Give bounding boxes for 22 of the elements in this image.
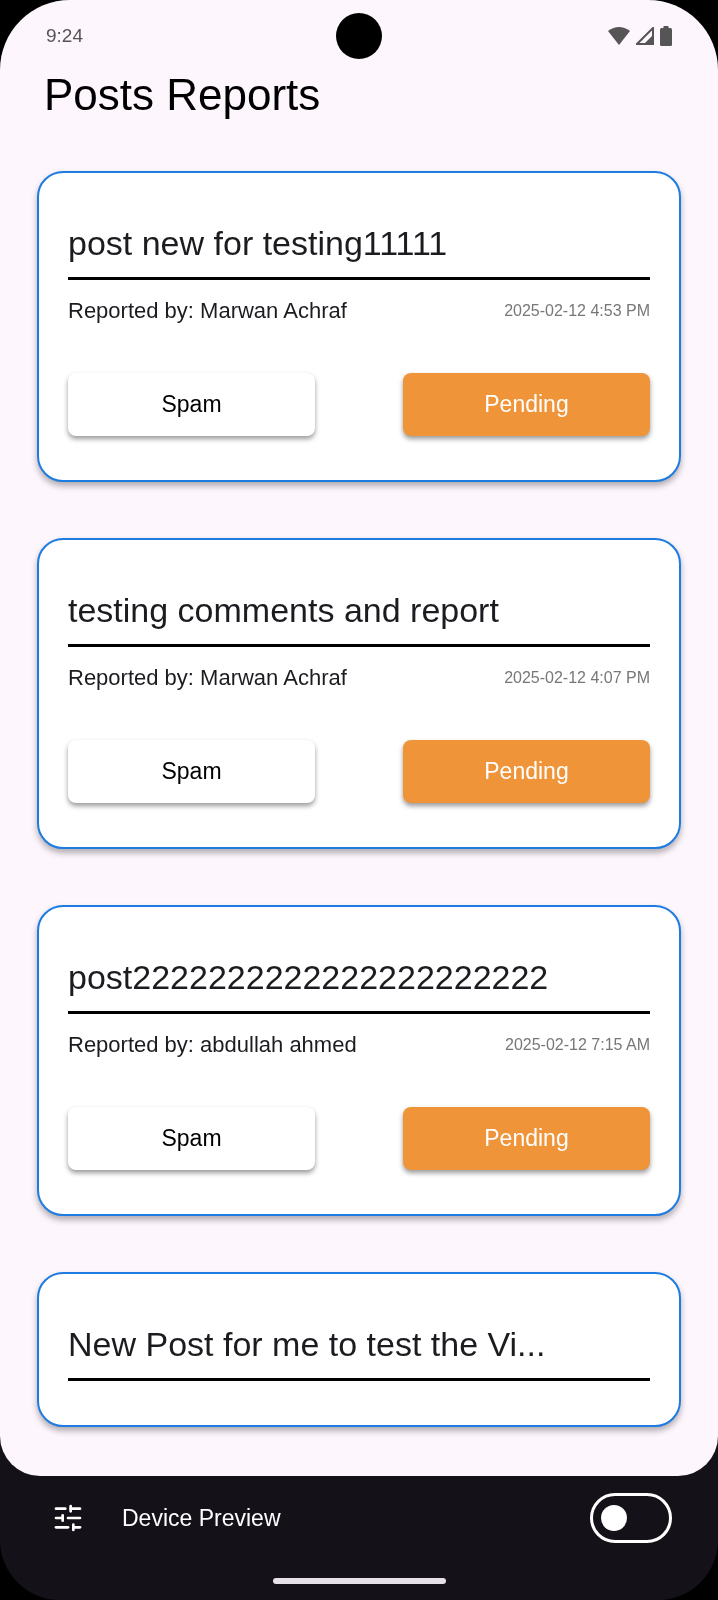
- report-date: 2025-02-12 4:53 PM: [504, 300, 650, 321]
- reported-by-text: Reported by: abdullah ahmed: [68, 1031, 357, 1059]
- post-title: post2222222222222222222222: [68, 957, 550, 998]
- post-title: testing comments and report: [68, 590, 500, 631]
- settings-icon[interactable]: [52, 1502, 84, 1534]
- post-title: New Post for me to test the Vi...: [68, 1324, 547, 1365]
- wifi-icon: [608, 27, 630, 45]
- report-date: 2025-02-12 4:07 PM: [504, 667, 650, 688]
- reason-button[interactable]: Spam: [68, 373, 315, 436]
- camera-cutout: [336, 13, 382, 59]
- reported-by-text: Reported by: Marwan Achraf: [68, 297, 347, 325]
- reported-by-text: Reported by: Marwan Achraf: [68, 664, 347, 692]
- reason-button[interactable]: Spam: [68, 740, 315, 803]
- post-title: post new for testing11111: [68, 223, 449, 264]
- report-date: 2025-02-12 7:15 AM: [505, 1034, 650, 1055]
- page-title: Posts Reports: [44, 70, 321, 120]
- signal-icon: [636, 27, 654, 45]
- battery-icon: [660, 26, 672, 46]
- device-preview-label: Device Preview: [122, 1503, 282, 1533]
- status-time: 9:24: [46, 23, 84, 48]
- reason-button[interactable]: Spam: [68, 1107, 315, 1170]
- device-preview-toggle[interactable]: [590, 1493, 672, 1543]
